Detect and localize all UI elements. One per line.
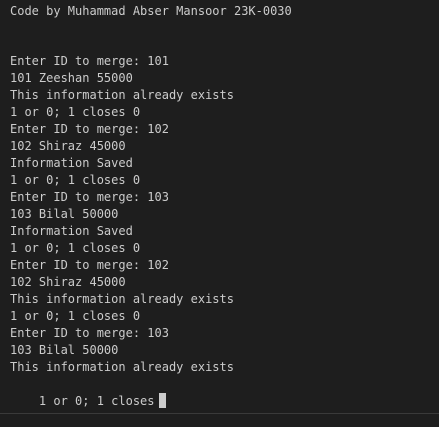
terminal-panel[interactable]: Code by Muhammad Abser Mansoor 23K-0030 … [0, 0, 439, 414]
output-line: Enter ID to merge: 101 [10, 54, 169, 68]
output-line: 102 Shiraz 45000 [10, 275, 126, 289]
output-line: This information already exists [10, 292, 234, 306]
output-line: This information already exists [10, 88, 234, 102]
output-line: Enter ID to merge: 102 [10, 258, 169, 272]
output-line: Enter ID to merge: 103 [10, 326, 169, 340]
output-line: 1 or 0; 1 closes 0 [10, 105, 141, 119]
output-line: 103 Bilal 50000 [10, 343, 119, 357]
output-line: 1 or 0; 1 closes 0 [10, 309, 141, 323]
text-cursor [158, 393, 166, 408]
output-line: 102 Shiraz 45000 [10, 139, 126, 153]
header-line: Code by Muhammad Abser Mansoor 23K-0030 [10, 4, 292, 18]
prompt-text: 1 or 0; 1 closes [38, 394, 155, 408]
output-line: This information already exists [10, 360, 234, 374]
output-line: Enter ID to merge: 103 [10, 190, 169, 204]
output-line: 101 Zeeshan 55000 [10, 71, 133, 85]
output-line: 103 Bilal 50000 [10, 207, 119, 221]
output-line: Information Saved [10, 224, 133, 238]
output-line: 1 or 0; 1 closes 0 [10, 173, 141, 187]
output-line: Information Saved [10, 156, 133, 170]
output-line: Enter ID to merge: 102 [10, 122, 169, 136]
output-line: 1 or 0; 1 closes 0 [10, 241, 141, 255]
input-prompt-line[interactable]: 1 or 0; 1 closes [10, 376, 166, 408]
